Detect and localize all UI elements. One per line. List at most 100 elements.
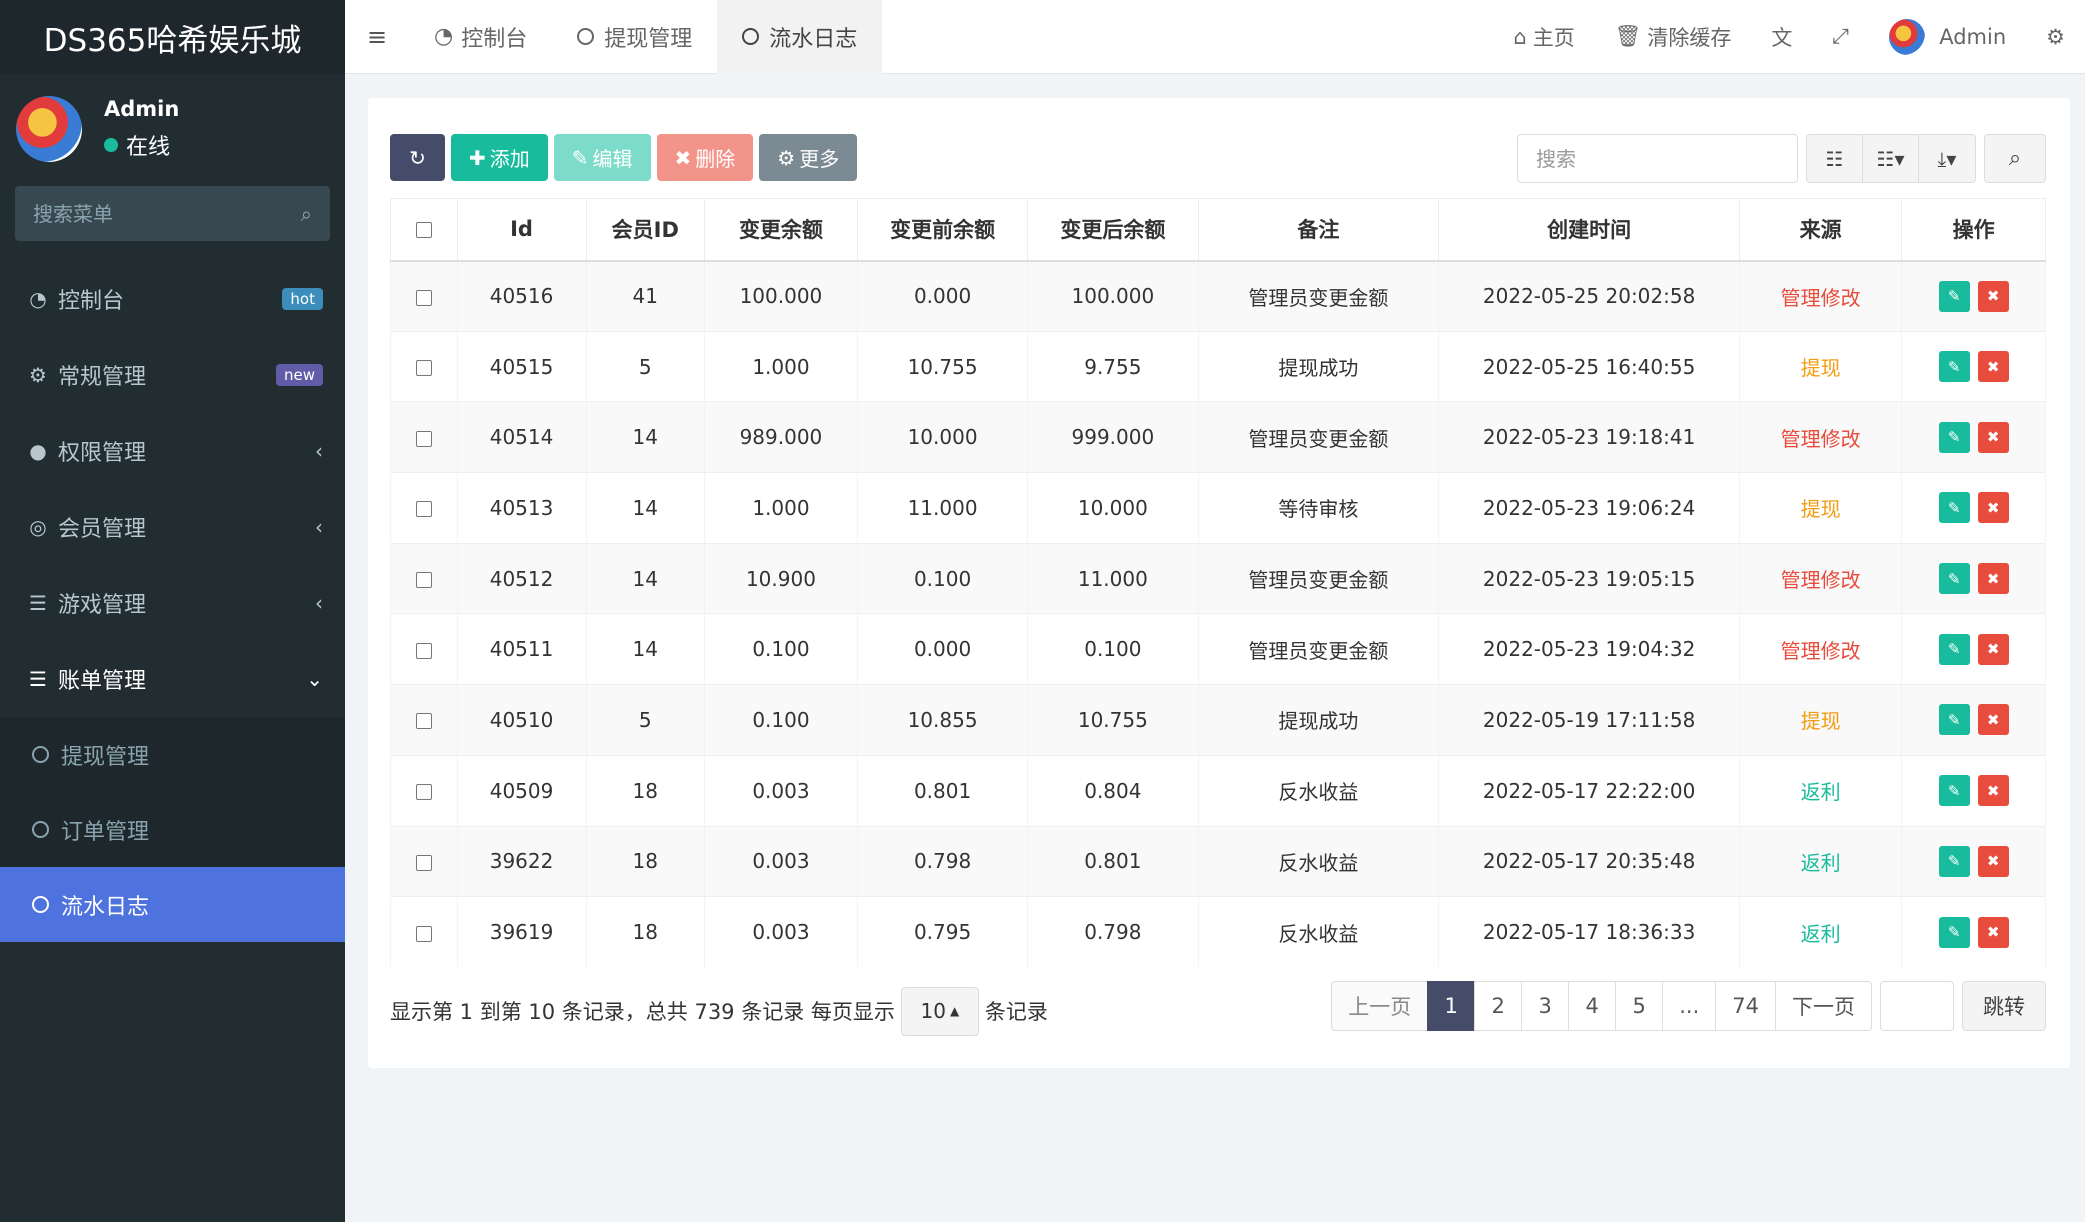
row-edit-button[interactable]: ✎ (1938, 704, 1970, 736)
row-delete-button[interactable]: ✖ (1977, 492, 2009, 524)
row-delete-button[interactable]: ✖ (1977, 563, 2009, 595)
page-button[interactable]: 1 (1427, 981, 1476, 1031)
chevron-left-icon: ‹ (315, 591, 323, 615)
home-link[interactable]: ⌂ 主页 (1493, 22, 1594, 52)
sidebar-subitem-withdraw[interactable]: 提现管理 (0, 717, 345, 792)
table-row: 40510 5 0.100 10.855 10.755 提现成功 2022-05-19 17… (390, 684, 2046, 756)
page-button[interactable]: 3 (1521, 981, 1570, 1031)
row-delete-button[interactable]: ✖ (1977, 280, 2009, 312)
hot-badge: hot (282, 288, 323, 310)
sidebar-search-input[interactable] (33, 201, 263, 226)
page-size-dropdown[interactable]: 10 ▲ (900, 986, 979, 1036)
cell-time: 2022-05-25 16:40:55 (1438, 330, 1740, 402)
page-button[interactable]: 74 (1715, 981, 1776, 1031)
col-header[interactable]: 备注 (1197, 198, 1440, 262)
settings-gear-icon[interactable]: ⚙ (2026, 25, 2085, 49)
cell-after: 0.100 (1027, 613, 1199, 685)
sidebar-item-games[interactable]: ☰ 游戏管理 ‹ (0, 565, 345, 641)
row-edit-button[interactable]: ✎ (1938, 351, 1970, 383)
toolbar-right: ☷ ☷▾ ⤓▾ ⌕ (1517, 134, 2046, 183)
row-delete-button[interactable]: ✖ (1977, 916, 2009, 948)
trash-icon: ✖ (1986, 428, 2000, 447)
next-page-button[interactable]: 下一页 (1775, 981, 1872, 1031)
delete-button[interactable]: ✖ 删除 (656, 134, 754, 181)
sidebar-subitem-label: 订单管理 (61, 819, 150, 845)
row-checkbox[interactable] (415, 642, 432, 659)
page-button[interactable]: 5 (1615, 981, 1664, 1031)
refresh-icon: ↻ (409, 145, 426, 170)
hamburger-menu-icon[interactable]: ≡ (345, 23, 409, 51)
row-checkbox[interactable] (415, 360, 432, 377)
export-dropdown-icon[interactable]: ⤓▾ (1919, 135, 1975, 182)
row-checkbox[interactable] (415, 784, 432, 801)
select-all-checkbox[interactable] (415, 222, 432, 239)
col-header[interactable]: 会员ID (585, 198, 705, 262)
cell-time: 2022-05-23 19:04:32 (1438, 613, 1740, 685)
row-edit-button[interactable]: ✎ (1938, 845, 1970, 877)
clear-cache-button[interactable]: 🗑 清除缓存 (1595, 22, 1752, 52)
sidebar-subitem-flow-log[interactable]: 流水日志 (0, 867, 345, 942)
row-delete-button[interactable]: ✖ (1977, 845, 2009, 877)
row-delete-button[interactable]: ✖ (1977, 775, 2009, 807)
app-logo-title[interactable]: DS365哈希娱乐城 (0, 0, 345, 74)
table-search-input[interactable] (1517, 134, 1798, 183)
cell-id: 39622 (456, 825, 587, 897)
jump-button[interactable]: 跳转 (1962, 981, 2046, 1031)
search-icon[interactable]: ⌕ (1984, 134, 2046, 183)
row-delete-button[interactable]: ✖ (1977, 351, 2009, 383)
row-edit-button[interactable]: ✎ (1938, 492, 1970, 524)
row-checkbox[interactable] (415, 501, 432, 518)
admin-user-menu[interactable]: Admin (1869, 18, 2026, 55)
page-button[interactable]: 4 (1568, 981, 1617, 1031)
col-header[interactable]: 来源 (1738, 198, 1903, 262)
cell-note: 提现成功 (1197, 684, 1440, 756)
more-button[interactable]: ⚙ 更多 (759, 134, 858, 181)
sidebar-item-permissions[interactable]: ● 权限管理 ‹ (0, 413, 345, 489)
col-header[interactable]: Id (456, 198, 587, 262)
sidebar-item-dashboard[interactable]: ◔ 控制台 hot (0, 261, 345, 337)
add-button[interactable]: ✚ 添加 (451, 134, 548, 181)
row-edit-button[interactable]: ✎ (1938, 421, 1970, 453)
row-delete-button[interactable]: ✖ (1977, 704, 2009, 736)
sidebar-item-billing[interactable]: ☰ 账单管理 ⌄ (0, 641, 345, 717)
toggle-view-icon[interactable]: ☷ (1807, 135, 1863, 182)
edit-button[interactable]: ✎ 编辑 (553, 134, 651, 181)
row-edit-button[interactable]: ✎ (1938, 633, 1970, 665)
sidebar-item-members[interactable]: ◎ 会员管理 ‹ (0, 489, 345, 565)
cell-change: 0.003 (703, 896, 858, 968)
row-checkbox[interactable] (415, 713, 432, 730)
fullscreen-icon[interactable]: ⤢ (1812, 24, 1869, 49)
col-header[interactable]: 变更前余额 (856, 198, 1029, 262)
row-checkbox[interactable] (415, 572, 432, 589)
columns-dropdown-icon[interactable]: ☷▾ (1863, 135, 1919, 182)
pencil-icon: ✎ (1947, 357, 1961, 376)
more-label: 更多 (799, 147, 840, 171)
jump-page-input[interactable] (1880, 981, 1954, 1031)
row-edit-button[interactable]: ✎ (1938, 775, 1970, 807)
cell-source: 管理修改 (1738, 613, 1903, 685)
col-header[interactable]: 创建时间 (1438, 198, 1740, 262)
row-checkbox[interactable] (415, 925, 432, 942)
tab-dashboard[interactable]: ◔ 控制台 (409, 0, 552, 74)
tab-flow-log[interactable]: 流水日志 (717, 0, 883, 74)
language-icon[interactable]: 文 (1751, 22, 1812, 52)
refresh-button[interactable]: ↻ (390, 134, 445, 181)
row-edit-button[interactable]: ✎ (1938, 280, 1970, 312)
tab-withdraw[interactable]: 提现管理 (552, 0, 717, 74)
sidebar-item-general[interactable]: ⚙ 常规管理 new (0, 337, 345, 413)
sidebar-subitem-orders[interactable]: 订单管理 (0, 792, 345, 867)
row-checkbox[interactable] (415, 430, 432, 447)
col-header[interactable]: 变更后余额 (1027, 198, 1199, 262)
cell-before: 10.855 (856, 684, 1029, 756)
search-icon[interactable]: ⌕ (301, 202, 312, 226)
prev-page-button[interactable]: 上一页 (1331, 981, 1429, 1031)
cell-source: 返利 (1738, 825, 1903, 897)
row-checkbox[interactable] (415, 289, 432, 306)
row-delete-button[interactable]: ✖ (1977, 633, 2009, 665)
row-checkbox[interactable] (415, 854, 432, 871)
row-delete-button[interactable]: ✖ (1977, 421, 2009, 453)
row-edit-button[interactable]: ✎ (1938, 563, 1970, 595)
col-header[interactable]: 变更余额 (703, 198, 858, 262)
page-button[interactable]: 2 (1474, 981, 1523, 1031)
row-edit-button[interactable]: ✎ (1938, 916, 1970, 948)
